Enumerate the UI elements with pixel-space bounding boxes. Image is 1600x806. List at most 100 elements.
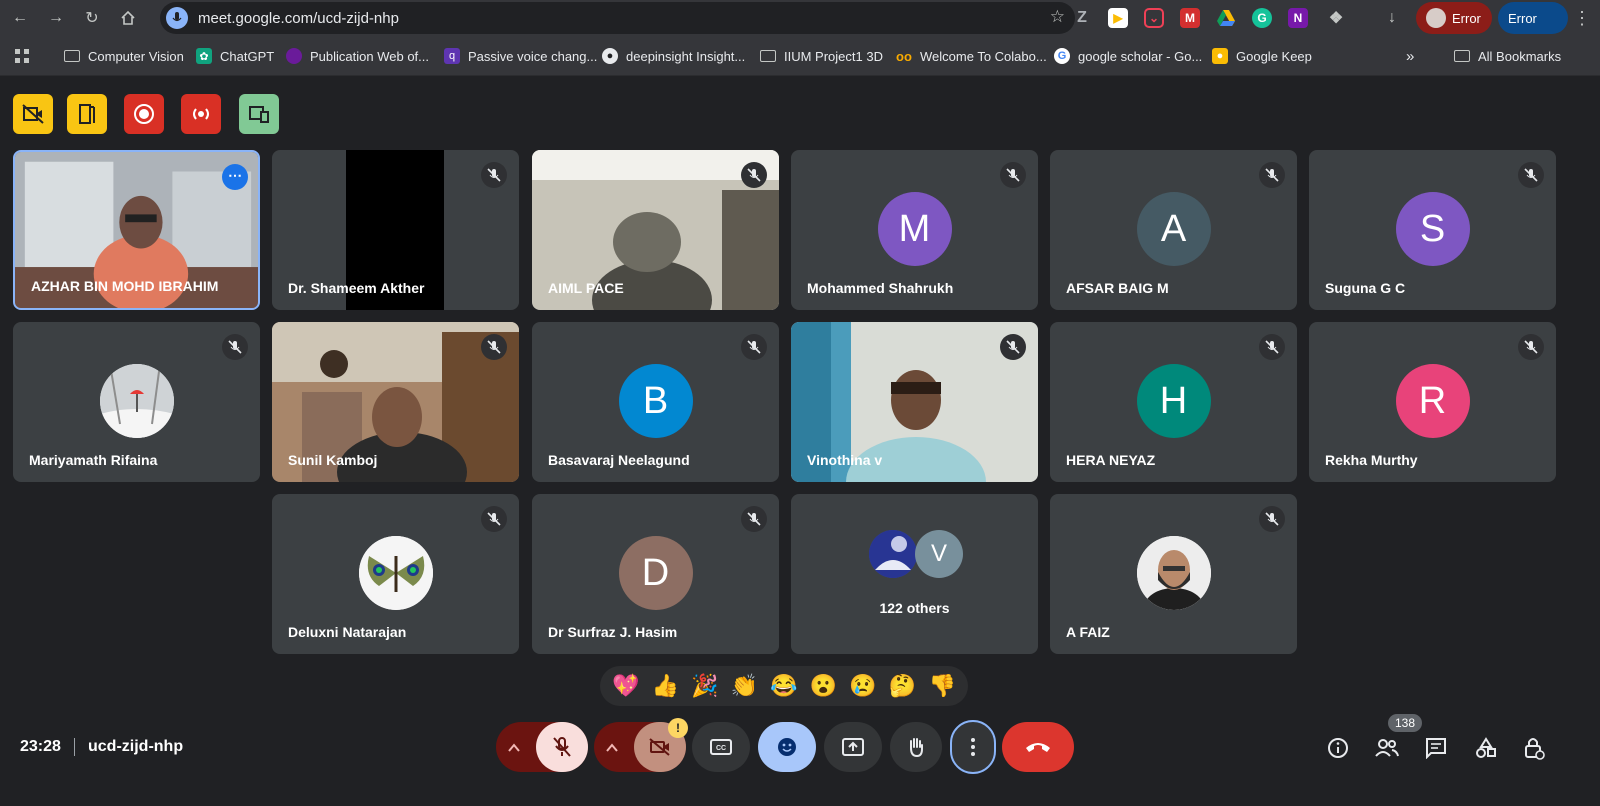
drive-icon[interactable] bbox=[1216, 8, 1236, 28]
mic-toggle-button[interactable] bbox=[536, 722, 588, 772]
host-controls-lock-icon bbox=[1525, 738, 1545, 760]
bookmark-item[interactable]: oo Welcome To Colabo... bbox=[896, 47, 1047, 65]
reaction-laughing[interactable]: 😂 bbox=[768, 673, 800, 699]
bookmark-item[interactable]: Publication Web of... bbox=[286, 47, 429, 65]
captions-button[interactable]: CC bbox=[692, 722, 750, 772]
mic-options-chevron-icon[interactable] bbox=[508, 740, 520, 756]
bookmark-item[interactable]: ✿ ChatGPT bbox=[196, 47, 274, 65]
emoji-icon bbox=[778, 738, 796, 756]
mendeley-icon[interactable]: M bbox=[1180, 8, 1200, 28]
more-bookmarks-icon[interactable]: » bbox=[1406, 47, 1414, 65]
zotero-icon[interactable]: Z bbox=[1072, 8, 1092, 28]
all-bookmarks[interactable]: All Bookmarks bbox=[1454, 47, 1561, 65]
more-options-icon[interactable]: ⋯ bbox=[222, 164, 248, 190]
participant-tile[interactable]: B Basavaraj Neelagund bbox=[532, 322, 779, 482]
mic-off-icon bbox=[741, 162, 767, 188]
participant-name: A FAIZ bbox=[1066, 624, 1110, 640]
people-button[interactable] bbox=[1373, 734, 1401, 762]
pocket-icon[interactable]: ⌄ bbox=[1144, 8, 1164, 28]
bookmark-item[interactable]: Computer Vision bbox=[64, 47, 184, 65]
participant-tile[interactable]: Sunil Kamboj bbox=[272, 322, 519, 482]
profile-button[interactable]: Error bbox=[1416, 2, 1492, 34]
grammarly-icon[interactable]: G bbox=[1252, 8, 1272, 28]
reaction-thinking[interactable]: 🤔 bbox=[887, 673, 919, 699]
mic-off-icon bbox=[1518, 162, 1544, 188]
extensions-icon[interactable]: ❖ bbox=[1326, 8, 1346, 28]
others-count-label: 122 others bbox=[879, 600, 950, 616]
participant-tile[interactable]: A AFSAR BAIG M bbox=[1050, 150, 1297, 310]
mic-off-icon bbox=[1259, 162, 1285, 188]
captions-icon: CC bbox=[710, 739, 732, 755]
menu-kebab-icon[interactable]: ⋮ bbox=[1570, 6, 1594, 30]
live-stream-icon[interactable] bbox=[181, 94, 221, 134]
url-text: meet.google.com/ucd-zijd-nhp bbox=[198, 10, 399, 27]
door-exit-addon-icon[interactable] bbox=[67, 94, 107, 134]
hand-icon bbox=[910, 738, 923, 758]
raise-hand-button[interactable] bbox=[890, 722, 942, 772]
back-icon[interactable]: ← bbox=[8, 6, 32, 30]
slides-icon[interactable]: ▶ bbox=[1108, 8, 1128, 28]
participant-name: AZHAR BIN MOHD IBRAHIM bbox=[31, 278, 219, 294]
github-icon: ● bbox=[602, 48, 618, 64]
avatar: A bbox=[1136, 192, 1211, 266]
keep-icon: ● bbox=[1212, 48, 1228, 64]
address-bar[interactable]: meet.google.com/ucd-zijd-nhp ☆ bbox=[160, 2, 1075, 34]
reaction-clapping[interactable]: 👏 bbox=[728, 673, 760, 699]
folder-icon bbox=[760, 50, 776, 62]
participant-tile[interactable]: M Mohammed Shahrukh bbox=[791, 150, 1038, 310]
camera-options-chevron-icon[interactable] bbox=[606, 740, 618, 758]
bookmark-item[interactable]: q Passive voice chang... bbox=[444, 47, 597, 65]
onenote-icon[interactable]: N bbox=[1288, 8, 1308, 28]
participant-tile[interactable]: A FAIZ bbox=[1050, 494, 1297, 654]
bookmark-item[interactable]: ● deepinsight Insight... bbox=[602, 47, 745, 65]
reactions-button[interactable] bbox=[758, 722, 816, 772]
participant-tile[interactable]: Dr. Shameem Akther bbox=[272, 150, 519, 310]
avatar: M bbox=[877, 192, 952, 266]
no-video-addon-icon[interactable] bbox=[13, 94, 53, 134]
profile-button-2[interactable]: Error bbox=[1498, 2, 1568, 34]
info-icon bbox=[1328, 738, 1348, 758]
reaction-thumbs-down[interactable]: 👎 bbox=[926, 673, 958, 699]
home-icon[interactable] bbox=[116, 6, 140, 30]
apps-grid-icon[interactable] bbox=[14, 47, 30, 65]
chat-button[interactable] bbox=[1422, 734, 1450, 762]
quillbot-icon: q bbox=[444, 48, 460, 64]
folder-icon bbox=[64, 50, 80, 62]
mic-off-icon bbox=[1259, 506, 1285, 532]
reaction-surprised[interactable]: 😮 bbox=[808, 673, 840, 699]
participant-name: AFSAR BAIG M bbox=[1066, 280, 1169, 296]
participant-tile[interactable]: Vinothina v bbox=[791, 322, 1038, 482]
record-icon[interactable] bbox=[124, 94, 164, 134]
avatar: R bbox=[1395, 364, 1470, 438]
bookmark-item[interactable]: ● Google Keep bbox=[1212, 47, 1312, 65]
others-tile[interactable]: V 122 others bbox=[791, 494, 1038, 654]
leave-call-button[interactable] bbox=[1002, 722, 1074, 772]
mic-off-icon bbox=[741, 334, 767, 360]
meeting-details-button[interactable] bbox=[1324, 734, 1352, 762]
reaction-party-popper[interactable]: 🎉 bbox=[689, 673, 721, 699]
reload-icon[interactable]: ↻ bbox=[80, 6, 104, 30]
participant-tile[interactable]: Deluxni Natarajan bbox=[272, 494, 519, 654]
bookmark-item[interactable]: Ggoogle scholar - Go... bbox=[1054, 47, 1202, 65]
reaction-thumbs-up[interactable]: 👍 bbox=[649, 673, 681, 699]
participant-tile[interactable]: Mariyamath Rifaina bbox=[13, 322, 260, 482]
others-avatar: V bbox=[915, 530, 963, 578]
bookmark-item[interactable]: IIUM Project1 3D bbox=[760, 47, 883, 65]
host-controls-button[interactable] bbox=[1520, 734, 1548, 762]
participant-tile[interactable]: AIML PACE bbox=[532, 150, 779, 310]
activities-button[interactable] bbox=[1472, 734, 1500, 762]
download-icon[interactable]: ↓ bbox=[1382, 8, 1402, 28]
participant-tile[interactable]: ⋯ AZHAR BIN MOHD IBRAHIM bbox=[13, 150, 260, 310]
bookmark-star-icon[interactable]: ☆ bbox=[1050, 7, 1065, 27]
reaction-crying[interactable]: 😢 bbox=[847, 673, 879, 699]
participant-tile[interactable]: D Dr Surfraz J. Hasim bbox=[532, 494, 779, 654]
participant-tile[interactable]: H HERA NEYAZ bbox=[1050, 322, 1297, 482]
more-options-button[interactable] bbox=[950, 720, 996, 774]
reaction-sparkling-heart[interactable]: 💖 bbox=[610, 673, 642, 699]
present-button[interactable] bbox=[824, 722, 882, 772]
forward-icon[interactable]: → bbox=[44, 6, 68, 30]
participant-tile[interactable]: R Rekha Murthy bbox=[1309, 322, 1556, 482]
participant-name: Vinothina v bbox=[807, 452, 883, 468]
participant-tile[interactable]: S Suguna G C bbox=[1309, 150, 1556, 310]
companion-mode-icon[interactable] bbox=[239, 94, 279, 134]
